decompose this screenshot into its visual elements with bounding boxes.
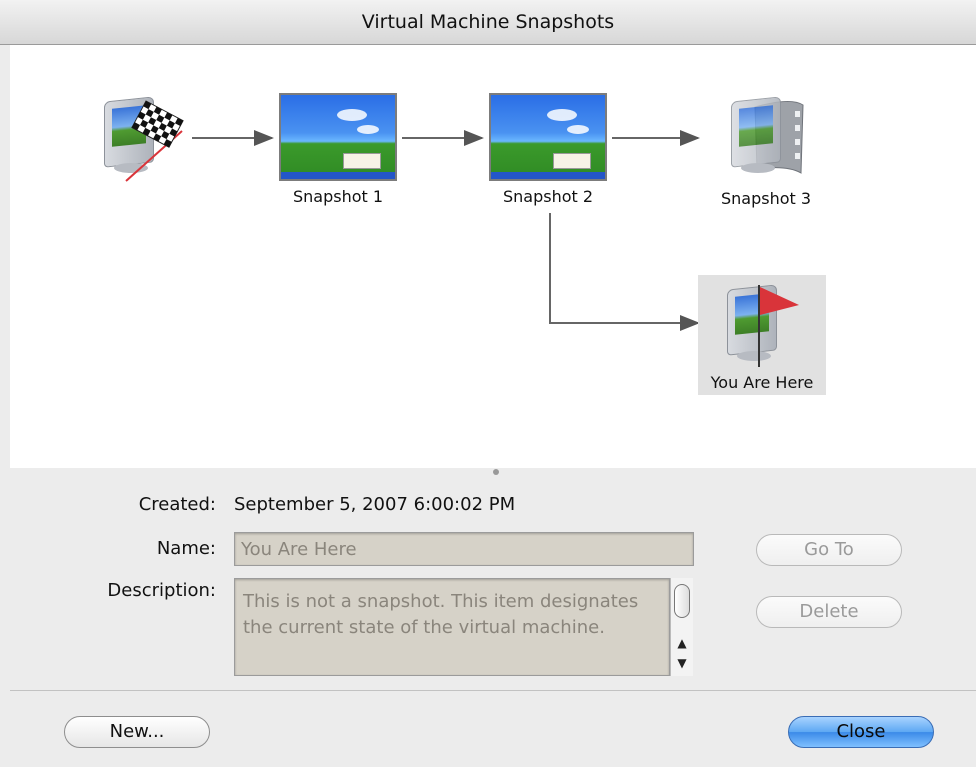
checkered-flag-vm-icon <box>94 93 184 183</box>
red-flag-vm-icon <box>717 281 807 371</box>
created-value: September 5, 2007 6:00:02 PM <box>234 494 516 515</box>
description-field[interactable]: This is not a snapshot. This item design… <box>234 578 670 676</box>
window-title: Virtual Machine Snapshots <box>0 0 976 45</box>
delete-button[interactable]: Delete <box>756 596 902 628</box>
scrollbar-thumb[interactable] <box>674 584 690 618</box>
snapshot-node-3[interactable]: Snapshot 3 <box>706 93 826 208</box>
snapshot-details-panel: Created: September 5, 2007 6:00:02 PM Na… <box>0 470 976 690</box>
snapshot-node-start[interactable] <box>94 93 184 183</box>
name-label: Name: <box>156 538 216 559</box>
snapshot-label: Snapshot 3 <box>720 189 812 208</box>
vm-film-icon <box>721 93 811 183</box>
name-field[interactable] <box>234 532 694 566</box>
snapshots-window: Virtual Machine Snapshots Snapshot 1 Sna… <box>0 0 976 767</box>
description-scrollbar[interactable]: ▲ ▼ <box>670 578 693 676</box>
xp-desktop-thumbnail <box>279 93 397 181</box>
footer-divider <box>10 690 976 691</box>
snapshot-node-2[interactable]: Snapshot 2 <box>486 93 610 206</box>
close-button[interactable]: Close <box>788 716 934 748</box>
new-button[interactable]: New... <box>64 716 210 748</box>
snapshot-label: You Are Here <box>710 373 814 392</box>
snapshot-label: Snapshot 1 <box>292 187 384 206</box>
scroll-up-arrow-icon[interactable]: ▲ <box>671 634 693 652</box>
snapshot-label: Snapshot 2 <box>502 187 594 206</box>
created-label: Created: <box>138 494 216 515</box>
snapshot-node-current[interactable]: You Are Here <box>698 281 826 392</box>
snapshot-tree-canvas: Snapshot 1 Snapshot 2 Snapshot 3 You Are… <box>10 45 976 468</box>
description-label: Description: <box>107 580 216 601</box>
snapshot-node-1[interactable]: Snapshot 1 <box>276 93 400 206</box>
scroll-down-arrow-icon[interactable]: ▼ <box>671 654 693 672</box>
connector-snap2-current <box>549 213 700 331</box>
goto-button[interactable]: Go To <box>756 534 902 566</box>
xp-desktop-thumbnail <box>489 93 607 181</box>
